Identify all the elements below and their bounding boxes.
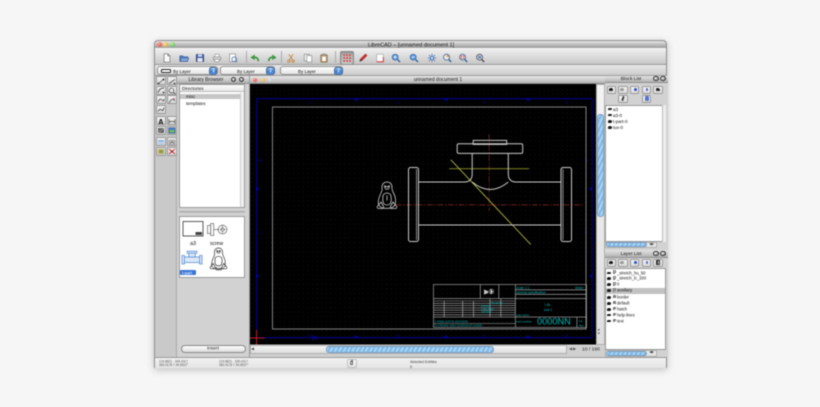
svg-text:Rev: Rev: [579, 324, 584, 328]
svg-text:part number: part number: [516, 320, 531, 324]
svg-text:C: C: [259, 230, 262, 235]
svg-text:R1 DRAWN GREV WORKSHOP: R1 DRAWN GREV WORKSHOP ASSMD: [434, 324, 482, 328]
svg-text:general specification: general specification: [516, 291, 545, 295]
svg-text:REV DATE: REV DATE: [490, 301, 503, 305]
svg-text:sub 1: sub 1: [544, 308, 552, 312]
svg-text:part name: part name: [516, 313, 529, 317]
svg-text:tux: tux: [215, 267, 222, 272]
svg-text:B: B: [259, 158, 262, 163]
svg-text:Sheet: Sheet: [575, 286, 583, 290]
svg-text:© FREE SOFTW 2007/06/06: © FREE SOFTW 2007/06/06: [434, 320, 468, 324]
svg-text:0000NN: 0000NN: [537, 317, 571, 327]
svg-text:B: B: [585, 158, 588, 163]
svg-text:scale 1:1: scale 1:1: [516, 286, 529, 290]
svg-text:t-fix: t-fix: [545, 303, 551, 307]
svg-text:C: C: [585, 230, 588, 235]
svg-text:A: A: [158, 118, 164, 126]
svg-text:APPRVD: APPRVD: [481, 310, 492, 314]
svg-text:screw: screw: [210, 241, 223, 246]
svg-text:a3: a3: [190, 241, 196, 246]
svg-text:1/1: 1/1: [578, 319, 583, 323]
